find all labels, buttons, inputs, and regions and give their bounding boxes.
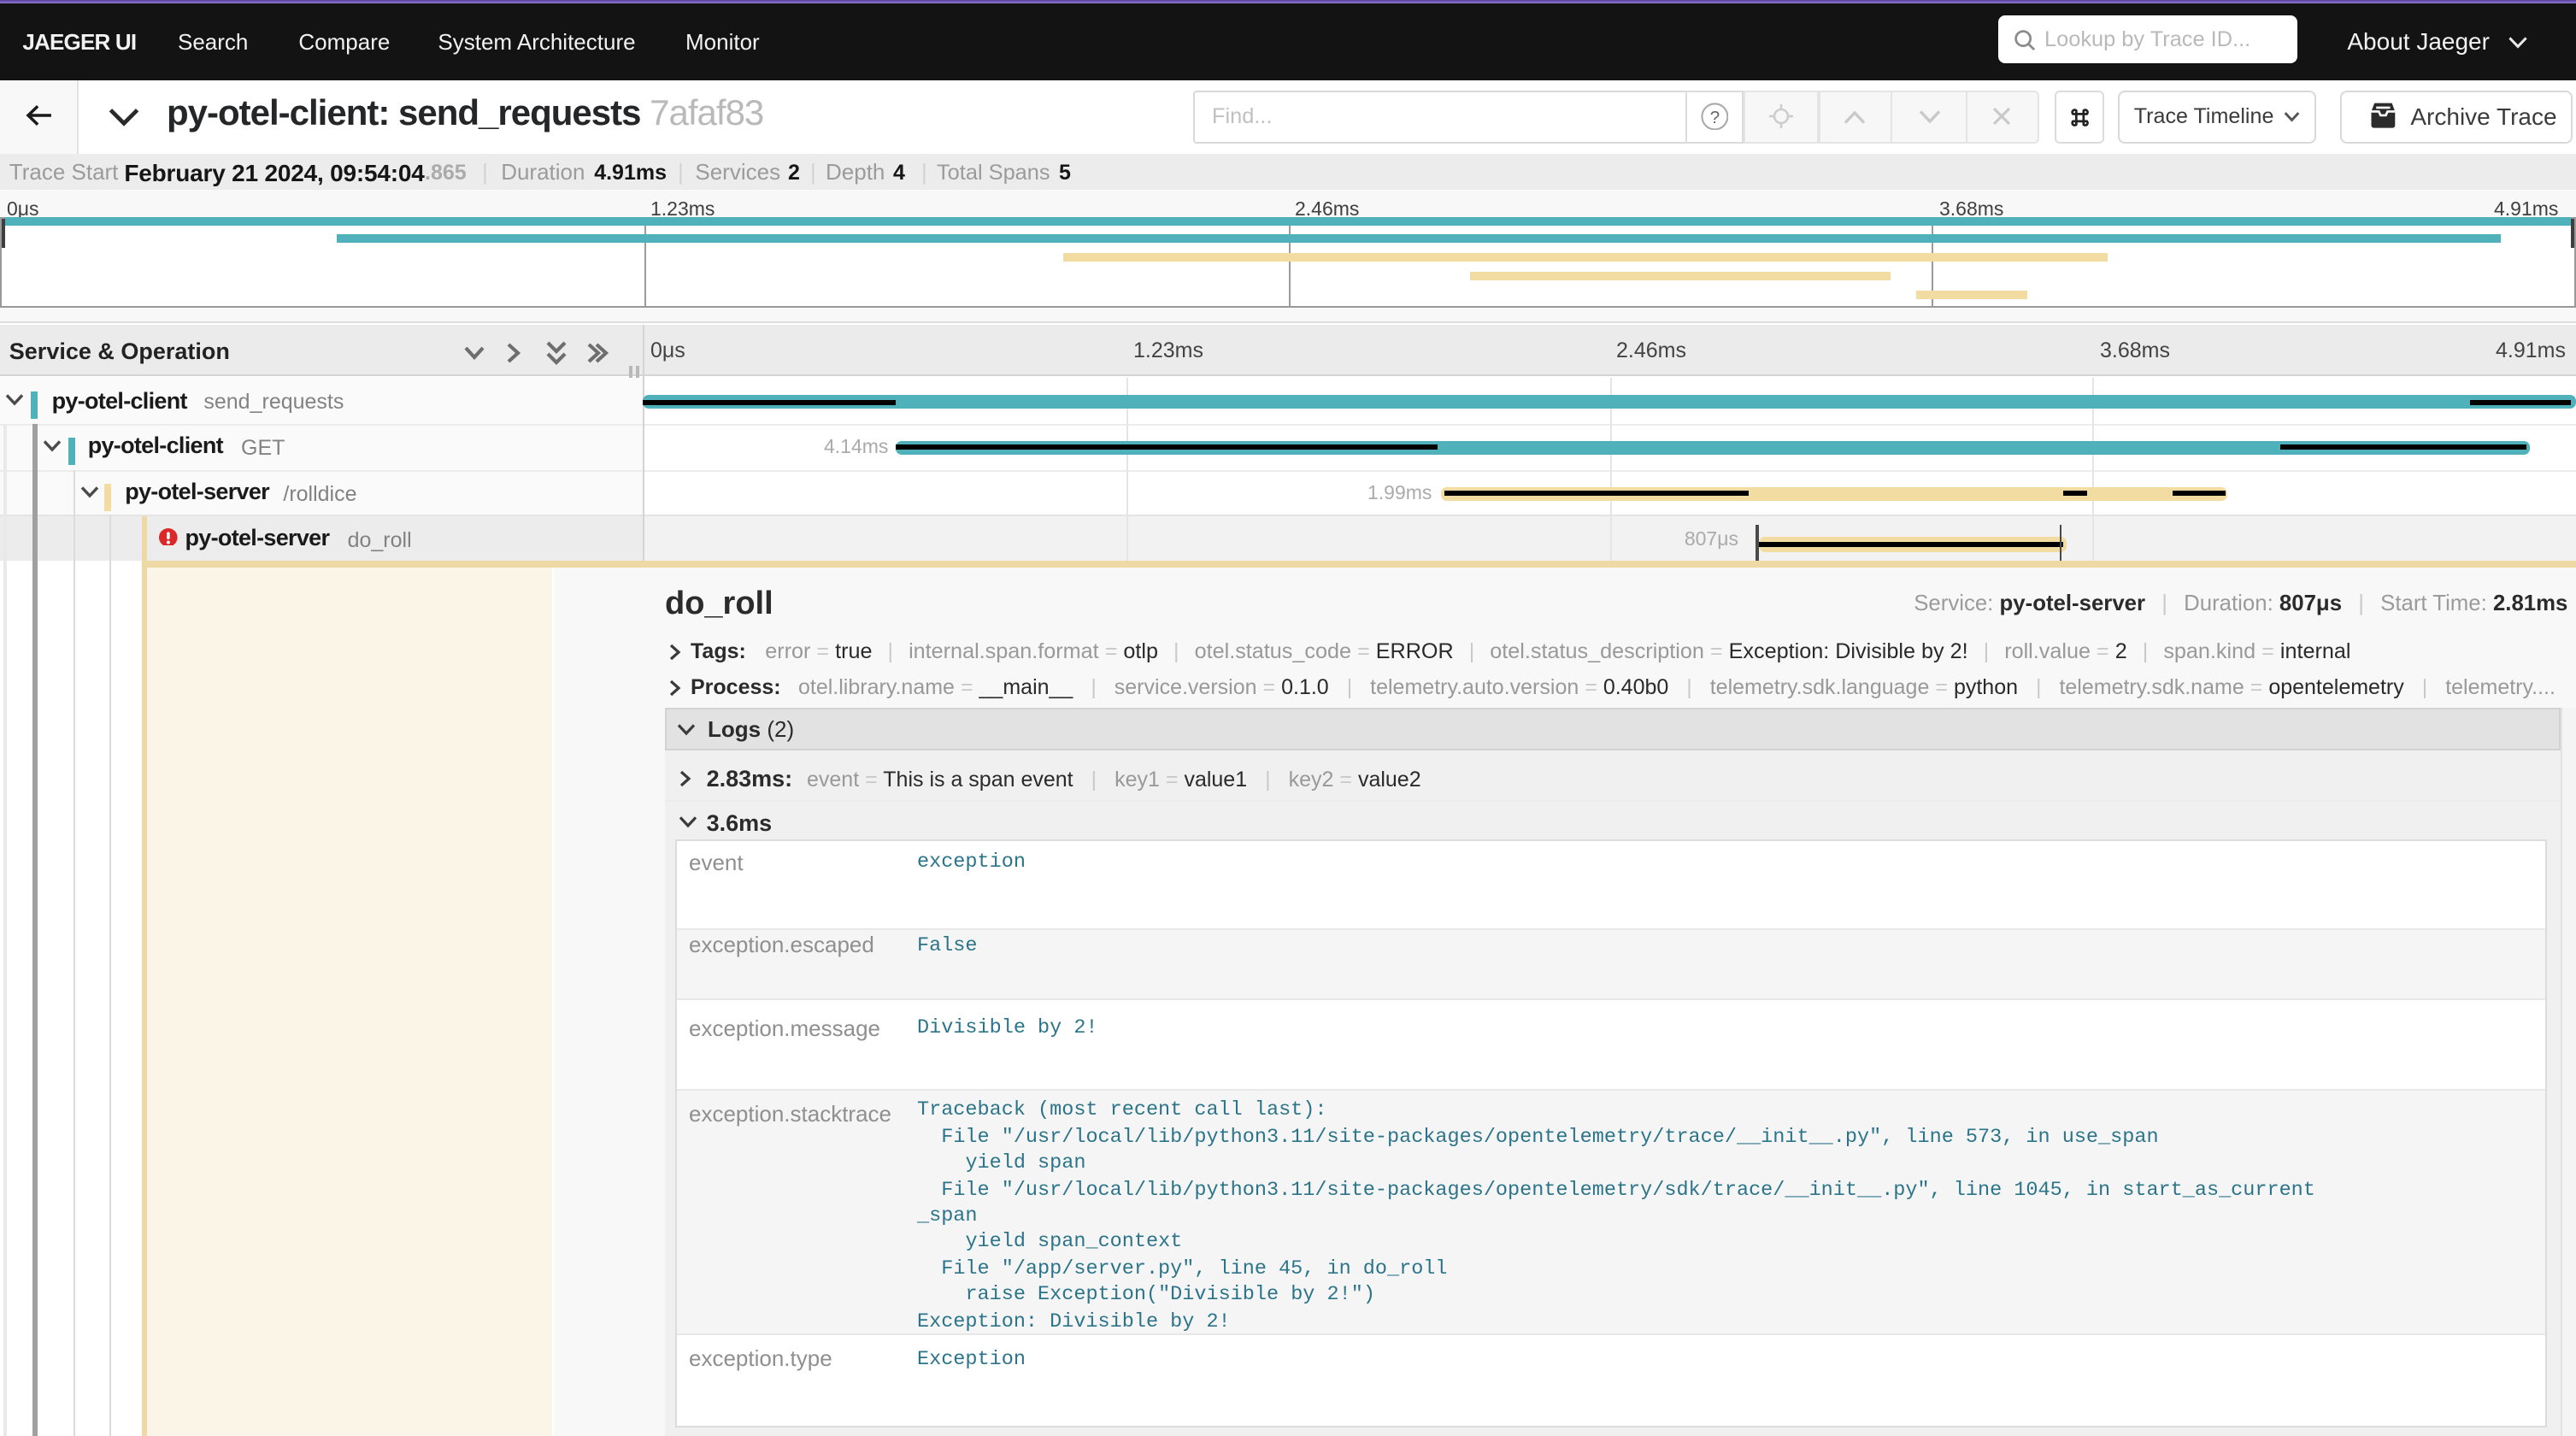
- svg-text:?: ?: [1709, 108, 1719, 127]
